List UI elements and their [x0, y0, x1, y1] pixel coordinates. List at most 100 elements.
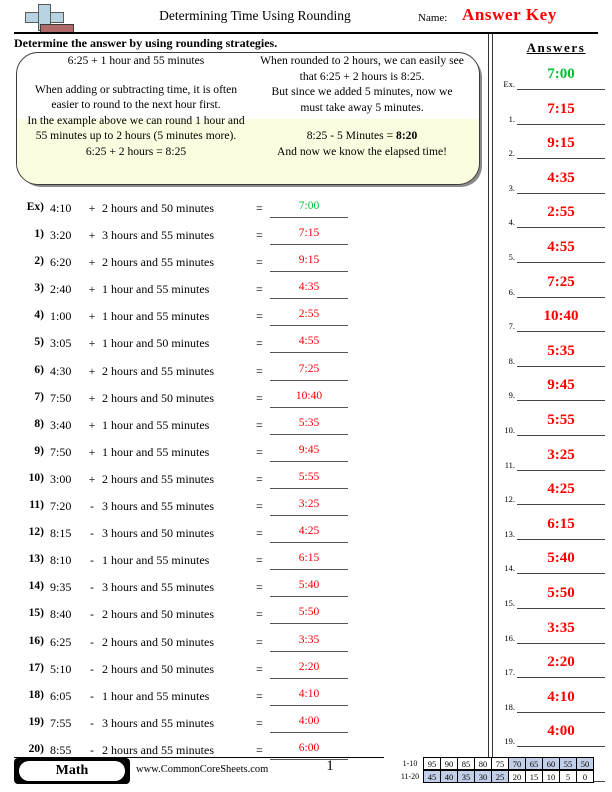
example-line: 8:25 - 5 Minutes = 8:20: [306, 129, 418, 142]
answer-row-value: 10:40: [543, 308, 579, 325]
score-cell: 75: [491, 757, 509, 770]
problem-row: 11) 7:20 -3 hours and 55 minutes = 3:25: [14, 494, 474, 521]
example-line-gap: [25, 69, 247, 82]
problem-equals: =: [256, 634, 263, 649]
answer-row-line[interactable]: [517, 227, 605, 229]
problem-answer-line[interactable]: [270, 704, 348, 706]
answer-row-value: 5:35: [547, 342, 575, 359]
answer-row-line[interactable]: [517, 573, 605, 575]
problem-answer-line[interactable]: [270, 433, 348, 435]
answer-row-line[interactable]: [517, 261, 605, 263]
problem-answer-value: 7:00: [298, 200, 320, 212]
problem-answer-value: 10:40: [295, 389, 323, 402]
problem-answer-line[interactable]: [270, 271, 348, 273]
problem-duration: 2 hours and 50 minutes: [102, 390, 214, 405]
problem-start-time: 7:50: [50, 444, 72, 459]
answer-row-value: 2:55: [547, 204, 575, 221]
problem-duration: 1 hour and 55 minutes: [102, 309, 210, 324]
problem-equals: =: [256, 742, 263, 757]
problem-answer-line[interactable]: [270, 542, 348, 544]
problem-answer-value: 7:15: [298, 227, 320, 240]
answers-list: Ex. 7:00 1. 7:15 2. 9:15 3. 4:35 4. 2:55 5. 4:55 6. 7…: [496, 62, 612, 788]
answer-row-value: 4:10: [547, 688, 575, 705]
problems-list: Ex) 4:10 +2 hours and 50 minutes = 7:00 1) 3:2…: [14, 196, 474, 765]
answer-row-value: 4:00: [547, 723, 575, 740]
problem-start-time: 2:40: [50, 282, 72, 297]
answer-row: 1. 7:15: [496, 97, 612, 132]
problem-answer-value: 2:55: [298, 308, 320, 321]
answer-row-value: 7:25: [547, 273, 575, 290]
math-badge-label: Math: [19, 761, 125, 781]
column-divider-line-2: [492, 34, 493, 758]
score-cell: 70: [508, 757, 526, 770]
problem-start-time: 8:40: [50, 607, 72, 622]
problem-start-time: 3:00: [50, 471, 72, 486]
answer-row-line[interactable]: [517, 123, 605, 125]
answer-row-line[interactable]: [517, 538, 605, 540]
example-line: And now we know the elapsed time!: [276, 144, 447, 158]
score-cell: 55: [559, 757, 577, 770]
problem-answer-line[interactable]: [270, 731, 348, 733]
problem-answer-line[interactable]: [270, 596, 348, 598]
problem-answer-value: 5:35: [298, 416, 320, 429]
problem-answer-line[interactable]: [270, 515, 348, 517]
answer-row-line[interactable]: [517, 607, 605, 609]
answer-row-line[interactable]: [517, 365, 605, 367]
problem-operator: -: [90, 688, 94, 703]
answer-row-line[interactable]: [517, 296, 605, 298]
answer-row: 11. 3:25: [496, 443, 612, 478]
answer-row: 10. 5:55: [496, 408, 612, 443]
problem-operator: +: [88, 390, 96, 405]
problem-answer-line[interactable]: [270, 460, 348, 462]
example-line: In the example above we can round 1 hour…: [27, 113, 245, 127]
problem-answer-line[interactable]: [270, 487, 348, 489]
answer-row-number: 1.: [508, 113, 515, 124]
answer-row-line[interactable]: [517, 192, 605, 194]
problem-answer-line[interactable]: [270, 325, 348, 327]
header-divider: [14, 32, 598, 34]
problem-answer-line[interactable]: [270, 352, 348, 354]
problem-answer-value: 4:00: [298, 714, 320, 727]
problem-answer-value: 9:45: [298, 443, 320, 456]
problem-number: 6): [34, 363, 44, 376]
example-line: must take away 5 minutes.: [300, 100, 424, 114]
answer-row-line[interactable]: [517, 504, 605, 506]
answer-row-line[interactable]: [517, 677, 605, 679]
problem-row: 10) 3:00 +2 hours and 55 minutes = 5:55: [14, 467, 474, 494]
score-cell: 35: [457, 770, 475, 783]
problem-row: 12) 8:15 -3 hours and 50 minutes = 4:25: [14, 521, 474, 548]
problem-row: 19) 7:55 -3 hours and 55 minutes = 4:00: [14, 711, 474, 738]
answer-row-line[interactable]: [517, 158, 605, 160]
problem-number: 9): [34, 444, 44, 457]
answer-row-line[interactable]: [517, 469, 605, 471]
problem-operator: +: [88, 228, 96, 243]
answer-row-number: 4.: [508, 217, 515, 228]
problem-answer-line[interactable]: [270, 677, 348, 679]
problem-answer-line[interactable]: [270, 650, 348, 652]
answer-row-line[interactable]: [517, 746, 605, 748]
score-cell: 0: [576, 770, 594, 783]
answer-row: 8. 5:35: [496, 339, 612, 374]
answer-row-line[interactable]: [517, 434, 605, 436]
problem-start-time: 8:10: [50, 553, 72, 568]
problem-row: 13) 8:10 -1 hour and 55 minutes = 6:15: [14, 548, 474, 575]
problem-number: 18): [28, 688, 44, 701]
problem-answer-line[interactable]: [270, 244, 348, 246]
problem-duration: 3 hours and 50 minutes: [102, 526, 214, 541]
answer-row-line[interactable]: [517, 400, 605, 402]
answer-row-number: 9.: [508, 390, 515, 401]
problem-answer-line[interactable]: [270, 623, 348, 625]
answer-row-line[interactable]: [517, 89, 605, 90]
answer-row-line[interactable]: [517, 331, 605, 333]
problem-answer-line[interactable]: [270, 217, 348, 218]
problem-start-time: 6:20: [50, 255, 72, 270]
answer-row-line[interactable]: [517, 642, 605, 644]
problem-answer-line[interactable]: [270, 569, 348, 571]
problem-duration: 2 hours and 55 minutes: [102, 363, 214, 378]
problem-answer-line[interactable]: [270, 379, 348, 381]
answer-row-line[interactable]: [517, 711, 605, 713]
problem-number: 13): [28, 553, 44, 566]
problem-start-time: 6:25: [50, 634, 72, 649]
problem-answer-line[interactable]: [270, 406, 348, 408]
problem-answer-line[interactable]: [270, 298, 348, 300]
